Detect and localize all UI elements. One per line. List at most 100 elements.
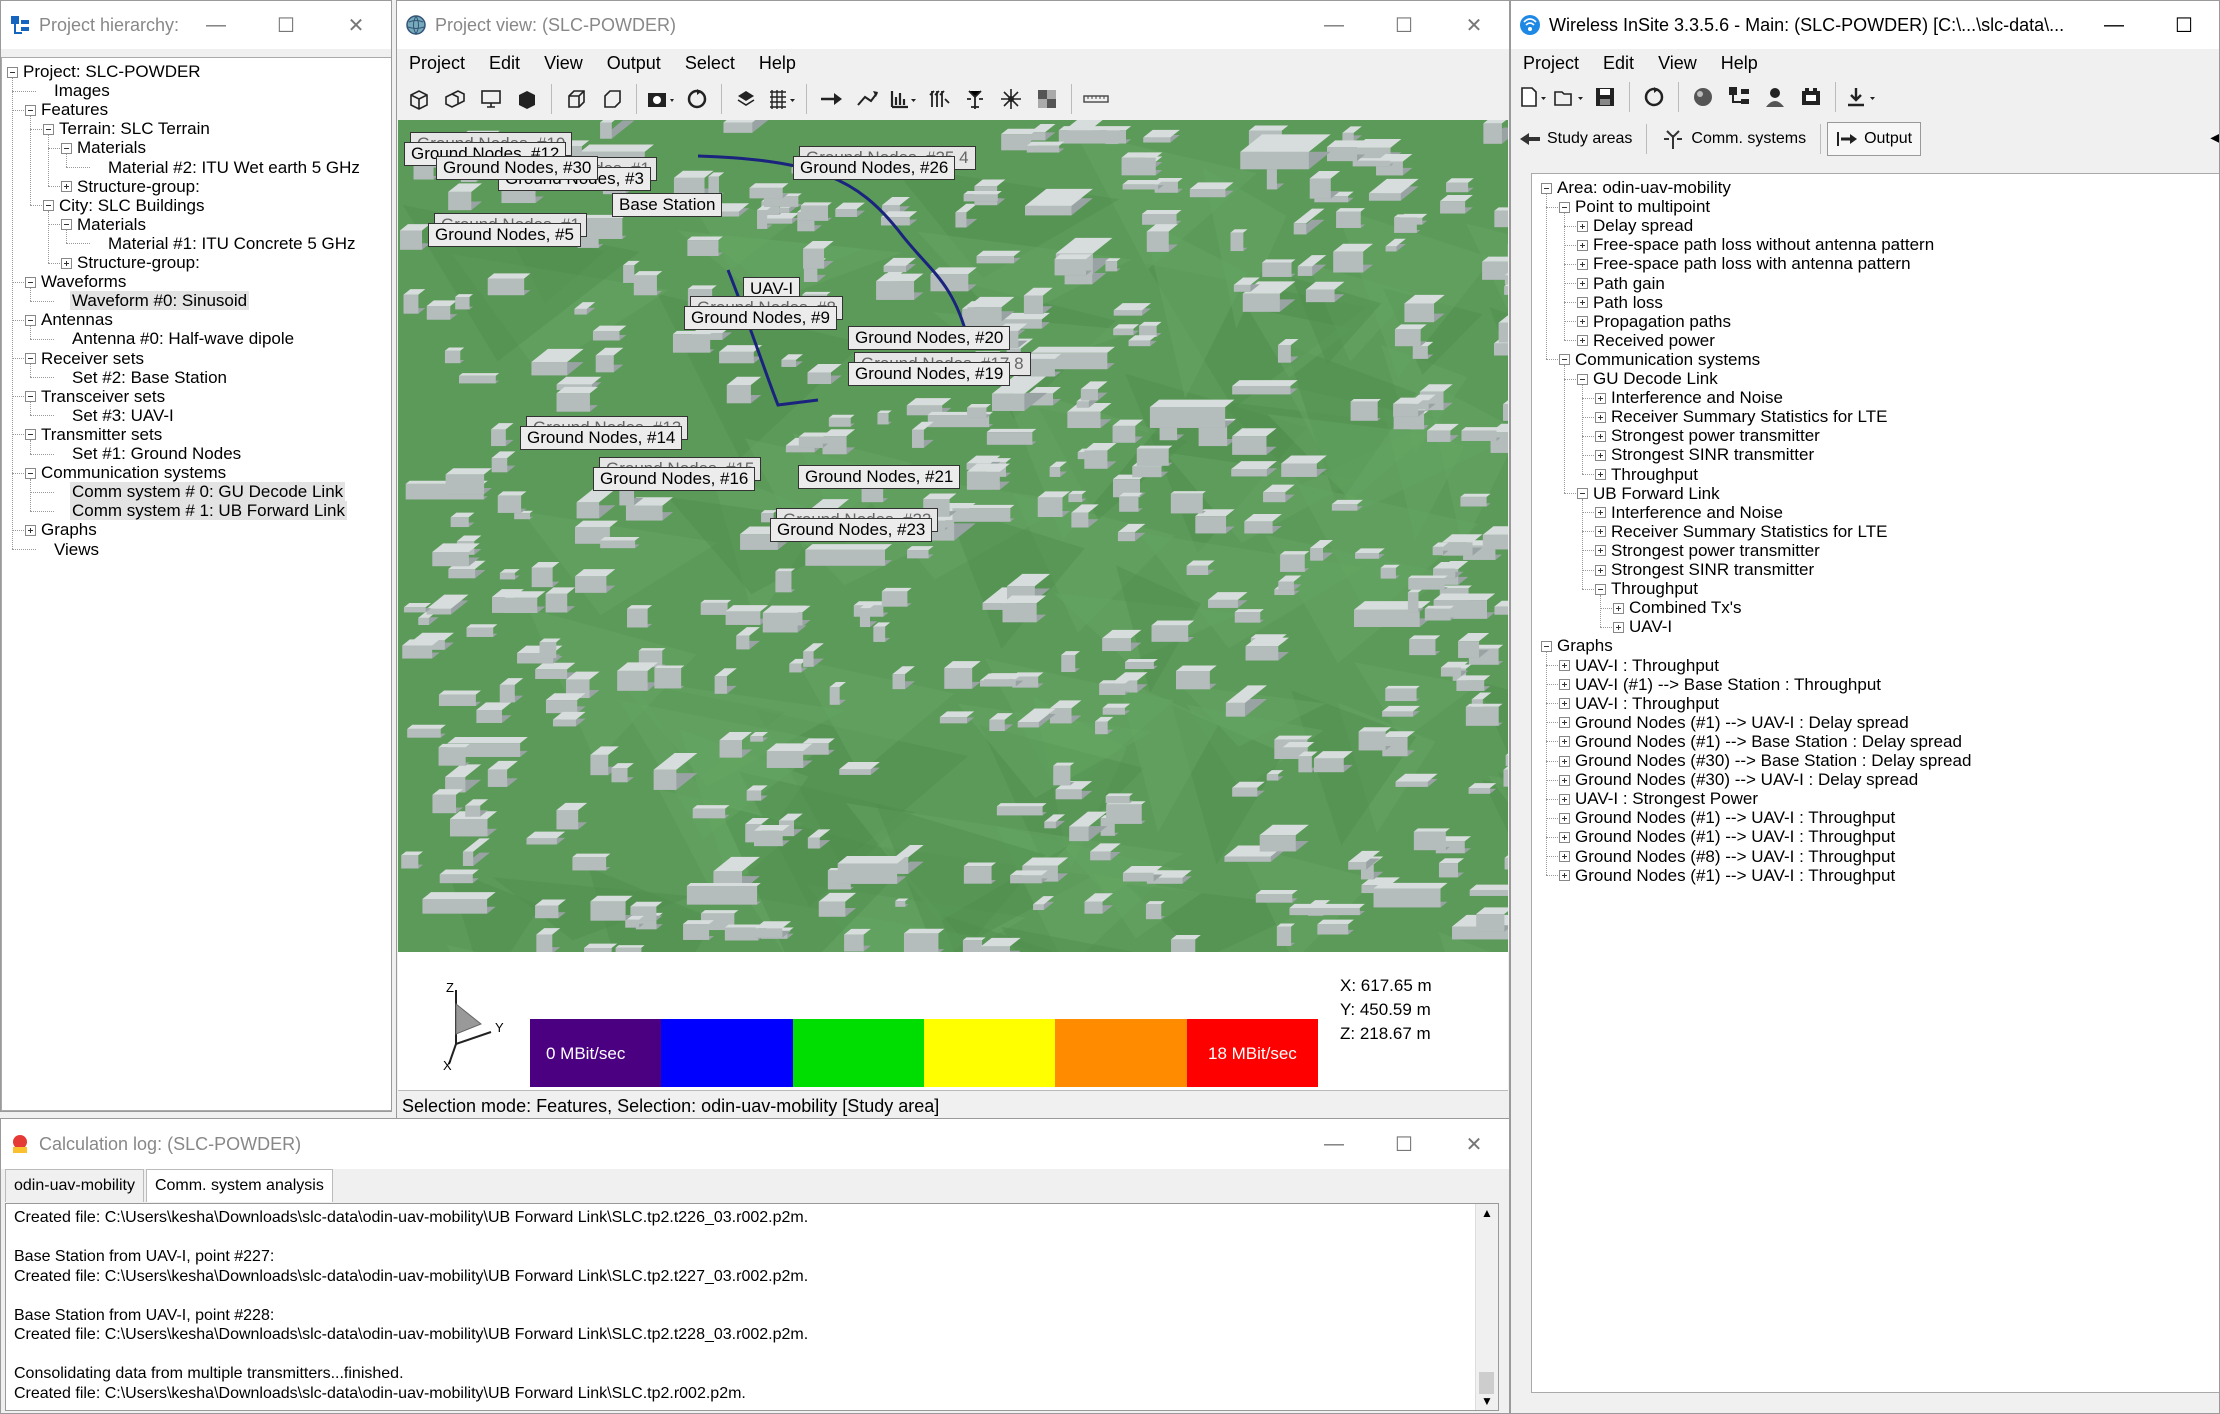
ground-node-label[interactable]: Ground Nodes, #5 bbox=[428, 223, 581, 247]
output-tree[interactable]: Area: odin-uav-mobility Point to multipoi… bbox=[1531, 173, 2219, 1393]
ground-node-label[interactable]: Ground Nodes, #21 bbox=[798, 465, 961, 489]
tree-node[interactable]: Structure-group: bbox=[2, 177, 391, 196]
arrow-right-icon[interactable] bbox=[815, 83, 847, 115]
tree-node[interactable]: UAV-I : Throughput bbox=[1532, 656, 2219, 675]
scroll-down-arrow[interactable]: ▼ bbox=[1481, 1394, 1493, 1408]
collapse-minus-icon[interactable] bbox=[1541, 182, 1552, 194]
tree-node[interactable]: Images bbox=[2, 81, 391, 100]
tree-node[interactable]: Throughput bbox=[1532, 579, 2219, 598]
ruler-icon[interactable] bbox=[1080, 83, 1112, 115]
gear-person-icon[interactable] bbox=[1759, 81, 1791, 113]
tree-node[interactable]: Received power bbox=[1532, 331, 2219, 350]
tree-node[interactable]: Point to multipoint bbox=[1532, 197, 2219, 216]
tree-node[interactable]: Comm system # 1: UB Forward Link bbox=[2, 501, 391, 521]
expand-plus-icon[interactable] bbox=[1577, 278, 1588, 290]
cube-view-icon[interactable] bbox=[403, 83, 435, 115]
expand-plus-icon[interactable] bbox=[1559, 698, 1570, 710]
calc-log-titlebar[interactable]: Calculation log: (SLC-POWDER) — ☐ ✕ bbox=[1, 1119, 1509, 1169]
tree-node[interactable]: Set #3: UAV-I bbox=[2, 406, 391, 425]
collapse-minus-icon[interactable] bbox=[1595, 583, 1606, 595]
main-titlebar[interactable]: Wireless InSite 3.3.5.6 - Main: (SLC-POW… bbox=[1511, 1, 2219, 49]
expand-plus-icon[interactable] bbox=[1577, 316, 1588, 328]
expand-plus-icon[interactable] bbox=[1595, 507, 1606, 519]
tree-node[interactable]: Materials bbox=[2, 138, 391, 157]
save-icon[interactable] bbox=[1589, 81, 1621, 113]
expand-plus-icon[interactable] bbox=[1559, 774, 1570, 786]
expand-plus-icon[interactable] bbox=[1595, 545, 1606, 557]
tree-node[interactable]: Communication systems bbox=[1532, 350, 2219, 369]
tree-node[interactable]: Views bbox=[2, 540, 391, 559]
tree-node[interactable]: Delay spread bbox=[1532, 216, 2219, 235]
ground-node-label[interactable]: Ground Nodes, #19 bbox=[848, 362, 1011, 386]
refresh-icon[interactable] bbox=[681, 83, 713, 115]
tree-node[interactable]: Ground Nodes (#1) --> UAV-I : Delay spre… bbox=[1532, 713, 2219, 732]
tree-node[interactable]: Waveforms bbox=[2, 272, 391, 291]
collapse-minus-icon[interactable] bbox=[25, 391, 36, 403]
tree-node[interactable]: Ground Nodes (#30) --> Base Station : De… bbox=[1532, 751, 2219, 770]
tab-comm-systems[interactable]: Comm. systems bbox=[1653, 123, 1814, 155]
collapse-minus-icon[interactable] bbox=[43, 123, 54, 135]
run-sphere-icon[interactable] bbox=[1687, 81, 1719, 113]
tree-node[interactable]: Material #2: ITU Wet earth 5 GHz bbox=[2, 158, 391, 177]
refresh-icon[interactable] bbox=[1638, 81, 1670, 113]
tree-node[interactable]: Structure-group: bbox=[2, 253, 391, 272]
collapse-minus-icon[interactable] bbox=[7, 66, 18, 78]
tree-node[interactable]: Antennas bbox=[2, 310, 391, 329]
maximize-button[interactable]: ☐ bbox=[251, 1, 321, 49]
tree-node[interactable]: Project: SLC-POWDER bbox=[2, 62, 391, 81]
expand-plus-icon[interactable] bbox=[1613, 621, 1624, 633]
menu-select[interactable]: Select bbox=[673, 53, 747, 74]
expand-plus-icon[interactable] bbox=[1559, 793, 1570, 805]
collapse-minus-icon[interactable] bbox=[1577, 373, 1588, 385]
tree-node[interactable]: Throughput bbox=[1532, 465, 2219, 484]
expand-plus-icon[interactable] bbox=[1559, 870, 1570, 882]
expand-plus-icon[interactable] bbox=[1559, 717, 1570, 729]
burst-icon[interactable] bbox=[995, 83, 1027, 115]
expand-plus-icon[interactable] bbox=[25, 524, 36, 536]
collapse-minus-icon[interactable] bbox=[43, 200, 54, 212]
monitor-icon[interactable] bbox=[475, 83, 507, 115]
tree-node[interactable]: Ground Nodes (#1) --> UAV-I : Throughput bbox=[1532, 827, 2219, 846]
tree-node[interactable]: Transceiver sets bbox=[2, 387, 391, 406]
expand-plus-icon[interactable] bbox=[1595, 564, 1606, 576]
checker-icon[interactable] bbox=[1031, 83, 1063, 115]
tree-node[interactable]: Graphs bbox=[1532, 636, 2219, 655]
close-button[interactable]: ✕ bbox=[321, 1, 391, 49]
expand-plus-icon[interactable] bbox=[1595, 469, 1606, 481]
collapse-minus-icon[interactable] bbox=[25, 467, 36, 479]
tree-node[interactable]: Comm system # 0: GU Decode Link bbox=[2, 482, 391, 502]
tree-node[interactable]: Ground Nodes (#8) --> UAV-I : Throughput bbox=[1532, 847, 2219, 866]
menu-view[interactable]: View bbox=[1646, 53, 1709, 74]
tree-node[interactable]: Free-space path loss with antenna patter… bbox=[1532, 254, 2219, 273]
ground-node-label[interactable]: Ground Nodes, #20 bbox=[848, 326, 1011, 350]
expand-plus-icon[interactable] bbox=[1559, 831, 1570, 843]
tree-node[interactable]: Transmitter sets bbox=[2, 425, 391, 444]
tree-node[interactable]: Antenna #0: Half-wave dipole bbox=[2, 329, 391, 348]
expand-plus-icon[interactable] bbox=[1595, 430, 1606, 442]
bar-chart-icon[interactable] bbox=[887, 83, 919, 115]
antenna-array-icon[interactable] bbox=[923, 83, 955, 115]
expand-plus-icon[interactable] bbox=[1559, 755, 1570, 767]
minimize-button[interactable]: — bbox=[1299, 1120, 1369, 1168]
expand-plus-icon[interactable] bbox=[1577, 297, 1588, 309]
tree-node[interactable]: Strongest SINR transmitter bbox=[1532, 560, 2219, 579]
tree-node[interactable]: Ground Nodes (#1) --> UAV-I : Throughput bbox=[1532, 808, 2219, 827]
menu-edit[interactable]: Edit bbox=[1591, 53, 1646, 74]
tree-node[interactable]: Strongest power transmitter bbox=[1532, 541, 2219, 560]
tree-node[interactable]: Path gain bbox=[1532, 274, 2219, 293]
ground-node-label[interactable]: Ground Nodes, #23 bbox=[770, 518, 933, 542]
ground-node-label[interactable]: Ground Nodes, #9 bbox=[684, 306, 837, 330]
tree-node[interactable]: Interference and Noise bbox=[1532, 388, 2219, 407]
expand-plus-icon[interactable] bbox=[1559, 660, 1570, 672]
tree-node[interactable]: Ground Nodes (#30) --> UAV-I : Delay spr… bbox=[1532, 770, 2219, 789]
collapse-minus-icon[interactable] bbox=[1541, 640, 1552, 652]
collapse-minus-icon[interactable] bbox=[25, 353, 36, 365]
tree-node[interactable]: City: SLC Buildings bbox=[2, 196, 391, 215]
project-view-titlebar[interactable]: Project view: (SLC-POWDER) — ☐ ✕ bbox=[397, 1, 1509, 49]
scroll-up-arrow[interactable]: ▲ bbox=[1481, 1206, 1493, 1220]
tree-node[interactable]: Area: odin-uav-mobility bbox=[1532, 178, 2219, 197]
menu-edit[interactable]: Edit bbox=[477, 53, 532, 74]
wireframe-cube-icon[interactable] bbox=[560, 83, 592, 115]
maximize-button[interactable]: ☐ bbox=[1369, 1, 1439, 49]
collapse-minus-icon[interactable] bbox=[1559, 201, 1570, 213]
